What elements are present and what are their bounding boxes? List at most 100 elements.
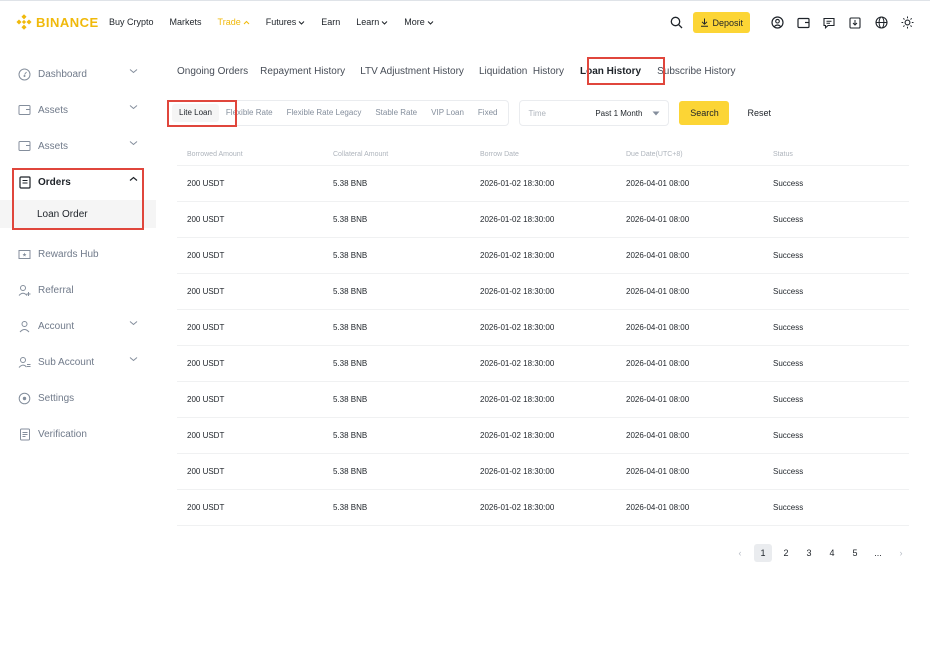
borrow-date-cell: 2026-01-02 18:30:00 [480, 431, 555, 440]
nav-label: More [404, 17, 425, 27]
time-range-select[interactable]: Time Past 1 Month [519, 100, 670, 126]
theme-toggle-icon[interactable] [898, 14, 916, 32]
sidebar-item-label: Assets [38, 104, 69, 116]
sidebar-item-rewards-hub[interactable]: Rewards Hub [0, 236, 156, 272]
sidebar-item-dashboard[interactable]: Dashboard [0, 56, 156, 92]
collateral-amount-cell: 5.38 BNB [333, 215, 368, 224]
globe-icon[interactable] [872, 14, 890, 32]
message-icon[interactable] [820, 14, 838, 32]
segment-label: Lite Loan [179, 108, 212, 117]
binance-logo[interactable]: BINANCE [16, 14, 99, 30]
table-row: 200 USDT 5.38 BNB 2026-01-02 18:30:00 2026-… [177, 490, 909, 526]
page-button[interactable]: 1 [754, 544, 772, 562]
nav-buy-crypto[interactable]: Buy Crypto [109, 17, 154, 27]
sidebar-item-referral[interactable]: Referral [0, 272, 156, 308]
sidebar-item-label: Sub Account [38, 356, 95, 368]
table-header: Borrowed Amount Collateral Amount Borrow… [177, 144, 909, 166]
chevron-down-icon [298, 20, 305, 25]
sidebar-subitem-loan-order[interactable]: Loan Order [0, 200, 156, 228]
nav-markets[interactable]: Markets [170, 17, 202, 27]
nav-earn[interactable]: Earn [321, 17, 340, 27]
sidebar-item-label: Orders [38, 176, 71, 188]
borrow-date-cell: 2026-01-02 18:30:00 [480, 467, 555, 476]
nav-learn[interactable]: Learn [356, 17, 388, 27]
collateral-amount-cell: 5.38 BNB [333, 323, 368, 332]
status-cell: Success [773, 287, 804, 296]
search-icon[interactable] [667, 14, 685, 32]
borrow-date-cell: 2026-01-02 18:30:00 [480, 287, 555, 296]
due-date-cell: 2026-04-01 08:00 [626, 395, 690, 404]
due-date-cell: 2026-04-01 08:00 [626, 503, 690, 512]
column-header: Borrowed Amount [187, 151, 243, 158]
sidebar-item-settings[interactable]: Settings [0, 380, 156, 416]
wallet-icon [18, 104, 31, 117]
sidebar-item-sub-account[interactable]: Sub Account [0, 344, 156, 380]
topbar-actions: Deposit [667, 12, 916, 33]
sidebar-item-account[interactable]: Account [0, 308, 156, 344]
prev-page-button[interactable]: ‹ [731, 544, 749, 562]
sidebar-item-assets-2[interactable]: Assets [0, 128, 156, 164]
wallet-icon [18, 140, 31, 153]
download-icon [701, 18, 709, 27]
table-row: 200 USDT 5.38 BNB 2026-01-02 18:30:00 2026-… [177, 202, 909, 238]
tab-label: Repayment History [260, 66, 346, 77]
nav-futures[interactable]: Futures [266, 17, 306, 27]
borrowed-amount-cell: 200 USDT [187, 467, 225, 476]
status-cell: Success [773, 503, 804, 512]
download-app-icon[interactable] [846, 14, 864, 32]
profile-icon[interactable] [768, 14, 786, 32]
segment-vip-loan[interactable]: VIP Loan [424, 104, 471, 122]
chevron-down-icon [129, 69, 138, 74]
due-date-cell: 2026-04-01 08:00 [626, 251, 690, 260]
collateral-amount-cell: 5.38 BNB [333, 251, 368, 260]
collateral-amount-cell: 5.38 BNB [333, 467, 368, 476]
page-button[interactable]: 2 [777, 544, 795, 562]
collateral-amount-cell: 5.38 BNB [333, 179, 368, 188]
page-ellipsis[interactable]: ... [869, 544, 887, 562]
sidebar-item-orders[interactable]: Orders [0, 164, 156, 200]
collateral-amount-cell: 5.38 BNB [333, 431, 368, 440]
user-icon [18, 320, 31, 333]
time-select-label: Time [528, 108, 546, 118]
history-tabs: Ongoing Orders Repayment History LTV Adj… [177, 64, 735, 80]
nav-more[interactable]: More [404, 17, 434, 27]
tab-ltv-adjustment-history[interactable]: LTV Adjustment History [360, 64, 464, 80]
tab-label: Subscribe History [657, 66, 736, 77]
due-date-cell: 2026-04-01 08:00 [626, 359, 690, 368]
reset-button[interactable]: Reset [747, 108, 771, 118]
tab-liquidation-history[interactable]: Liquidation History [479, 64, 564, 80]
page-button[interactable]: 4 [823, 544, 841, 562]
sidebar-item-assets[interactable]: Assets [0, 92, 156, 128]
deposit-button[interactable]: Deposit [693, 12, 750, 33]
deposit-label: Deposit [712, 17, 743, 28]
sidebar-item-verification[interactable]: Verification [0, 416, 156, 452]
segment-flexible-rate[interactable]: Flexible Rate [219, 104, 280, 122]
tab-subscribe-history[interactable]: Subscribe History [657, 64, 735, 80]
column-header: Status [773, 151, 793, 158]
wallet-icon[interactable] [794, 14, 812, 32]
segment-flexible-rate-legacy[interactable]: Flexible Rate Legacy [280, 104, 369, 122]
next-page-button[interactable]: › [892, 544, 910, 562]
sidebar: Dashboard Assets Assets Orders Loan Orde… [0, 56, 156, 452]
brand-name: BINANCE [36, 14, 99, 30]
binance-logo-icon [16, 14, 32, 30]
nav-trade[interactable]: Trade [218, 17, 250, 27]
page-button[interactable]: 3 [800, 544, 818, 562]
tab-ongoing-orders[interactable]: Ongoing Orders [177, 64, 248, 80]
tab-loan-history[interactable]: Loan History [580, 64, 641, 80]
tab-label: Ongoing Orders [177, 66, 249, 77]
page-button[interactable]: 5 [846, 544, 864, 562]
segment-stable-rate[interactable]: Stable Rate [368, 104, 424, 122]
tab-repayment-history[interactable]: Repayment History [260, 64, 345, 80]
search-button[interactable]: Search [679, 101, 730, 125]
borrowed-amount-cell: 200 USDT [187, 359, 225, 368]
segment-lite-loan[interactable]: Lite Loan [172, 104, 219, 122]
orders-icon [18, 175, 31, 189]
top-navbar: BINANCE Buy Crypto Markets Trade Futures… [0, 0, 930, 44]
sidebar-subitem-label: Loan Order [37, 208, 88, 220]
chevron-down-icon [129, 357, 138, 362]
sidebar-item-label: Account [38, 320, 75, 332]
segment-label: Fixed [477, 108, 498, 117]
segment-fixed[interactable]: Fixed [471, 104, 505, 122]
tab-label: LTV Adjustment History [360, 66, 464, 77]
